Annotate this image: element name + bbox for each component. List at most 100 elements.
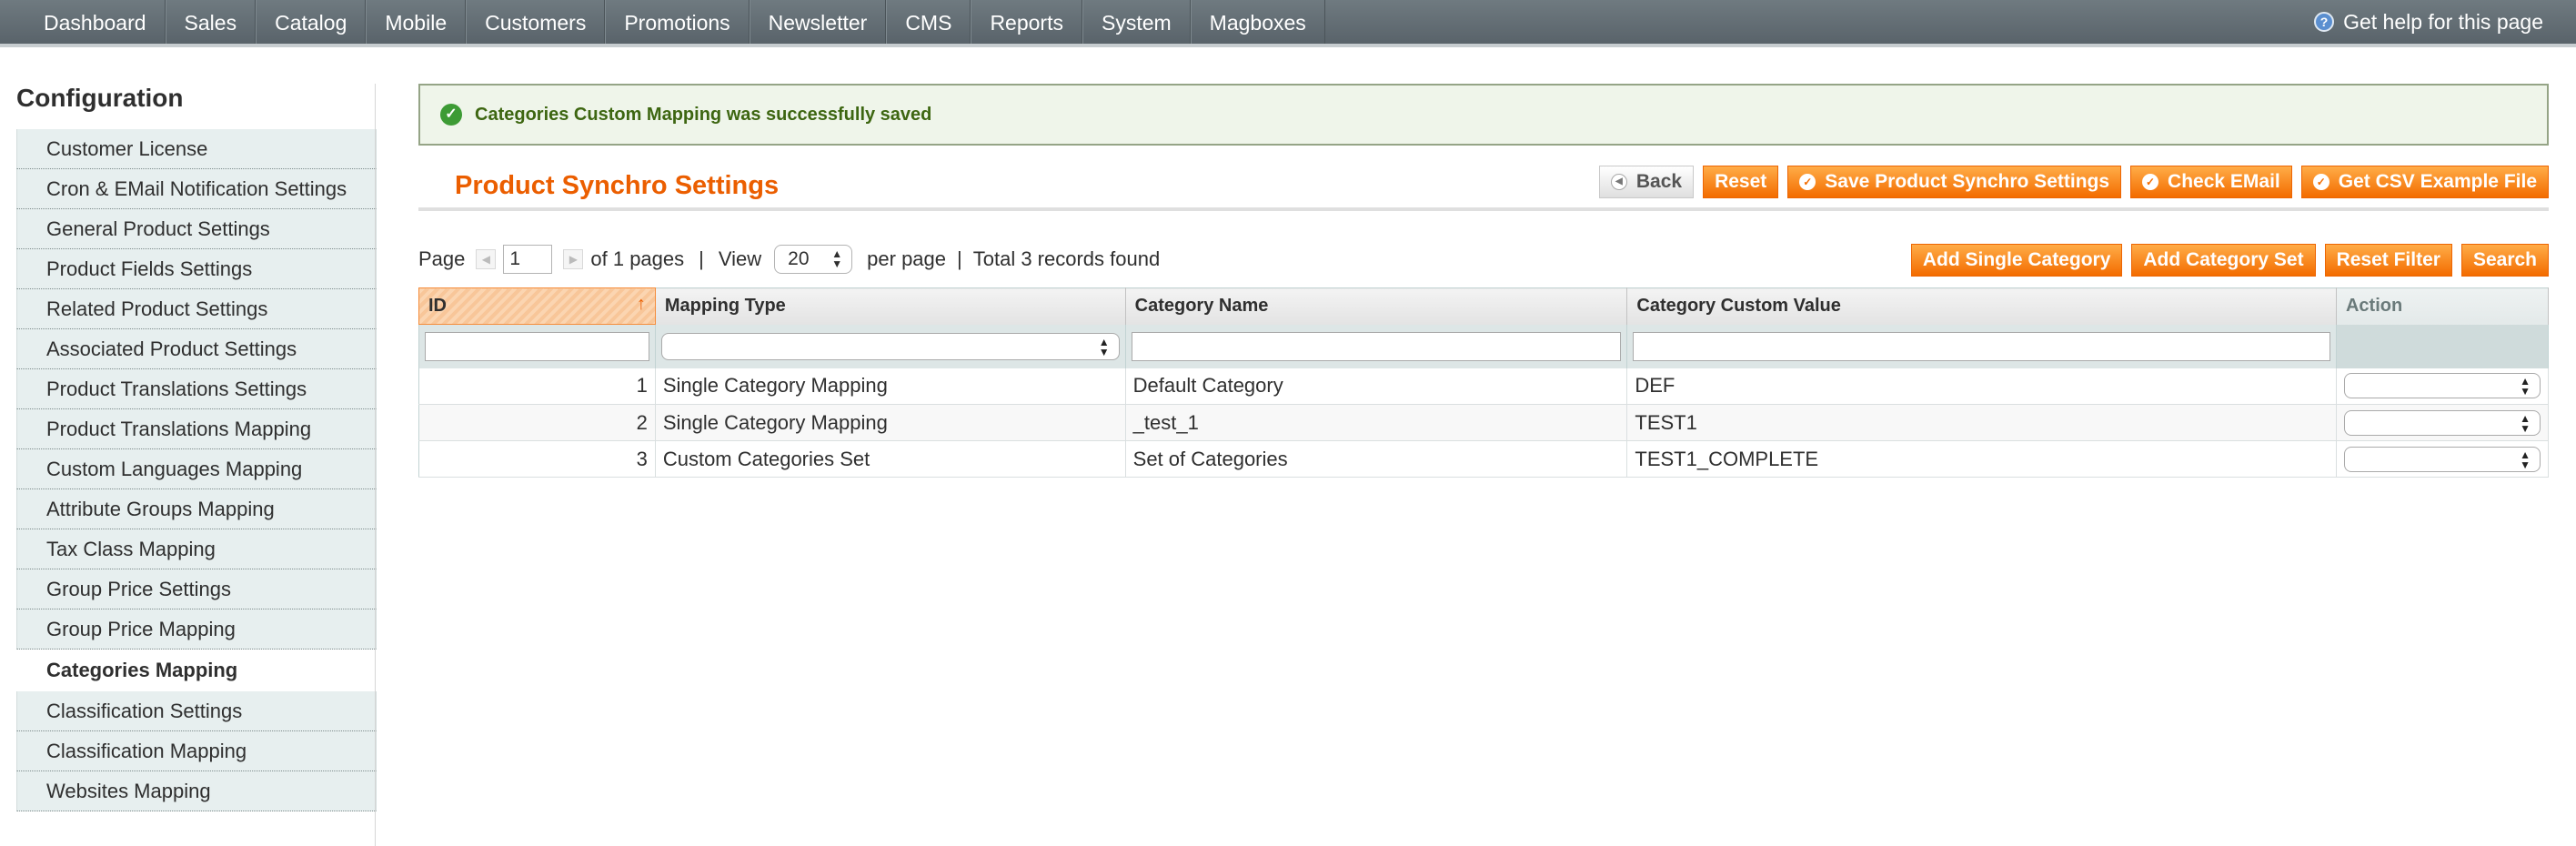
sidebar-item-customer-license[interactable]: Customer License [16, 129, 377, 169]
help-link[interactable]: ? Get help for this page [2314, 0, 2543, 44]
prev-page-icon[interactable]: ◀ [476, 249, 497, 269]
total-records-text: Total 3 records found [972, 247, 1161, 270]
select-arrows-icon: ▲ ▼ [2520, 411, 2531, 435]
sidebar-item-classification-mapping[interactable]: Classification Mapping [16, 731, 377, 771]
sidebar-item-tax-class[interactable]: Tax Class Mapping [16, 529, 377, 569]
table-row[interactable]: 1 Single Category Mapping Default Catego… [418, 368, 2550, 405]
sidebar-item-custom-languages[interactable]: Custom Languages Mapping [16, 449, 377, 489]
cell-custom-value: TEST1 [1626, 404, 2337, 441]
nav-reports[interactable]: Reports [971, 0, 1082, 44]
per-page-label: per page [867, 247, 947, 270]
config-sidebar: Configuration Customer License Cron & EM… [16, 80, 377, 811]
grid-actions: Add Single Category Add Category Set Res… [1910, 244, 2549, 277]
sidebar-item-translations-mapping[interactable]: Product Translations Mapping [16, 409, 377, 449]
cell-action: ▲ ▼ [2336, 404, 2550, 441]
pager-separator: | [957, 247, 962, 270]
nav-dashboard[interactable]: Dashboard [27, 0, 166, 44]
success-message: ✓ Categories Custom Mapping was successf… [418, 84, 2549, 146]
category-mapping-grid: ID ↑ Mapping Type Category Name Category… [418, 287, 2550, 478]
filter-action-cell [2336, 324, 2550, 368]
sidebar-item-general-product[interactable]: General Product Settings [16, 209, 377, 249]
back-button[interactable]: ◀ Back [1598, 166, 1695, 198]
csv-example-button-label: Get CSV Example File [2338, 171, 2537, 192]
nav-sales[interactable]: Sales [165, 0, 257, 44]
filter-mapping-type-select[interactable]: ▲ ▼ [660, 332, 1120, 360]
check-email-button-label: Check EMail [2168, 171, 2280, 192]
nav-cms[interactable]: CMS [886, 0, 971, 44]
reset-button[interactable]: Reset [1703, 166, 1779, 198]
back-arrow-icon: ◀ [1610, 174, 1627, 190]
sidebar-item-translations-settings[interactable]: Product Translations Settings [16, 369, 377, 409]
cell-id: 2 [418, 404, 656, 441]
page-number-input[interactable]: 1 [503, 245, 553, 274]
sidebar-item-attribute-groups[interactable]: Attribute Groups Mapping [16, 489, 377, 529]
sidebar-item-group-price-mapping[interactable]: Group Price Mapping [16, 609, 377, 650]
cell-custom-value: TEST1_COMPLETE [1626, 440, 2337, 478]
cell-id: 1 [418, 368, 656, 405]
check-circle-icon: ✓ [440, 104, 462, 126]
sidebar-title: Configuration [16, 84, 184, 112]
header-actions: ◀ Back Reset ✓ Save Product Synchro Sett… [1598, 166, 2549, 198]
add-single-category-button[interactable]: Add Single Category [1910, 244, 2123, 277]
page-label: Page [418, 247, 466, 270]
column-header-custom-value[interactable]: Category Custom Value [1626, 287, 2337, 325]
main-menu: Dashboard Sales Catalog Mobile Customers… [27, 0, 1325, 44]
sidebar-item-associated-product[interactable]: Associated Product Settings [16, 329, 377, 369]
row-action-select[interactable]: ▲ ▼ [2343, 373, 2541, 399]
search-button[interactable]: Search [2460, 244, 2549, 277]
cell-mapping-type: Custom Categories Set [655, 440, 1126, 478]
save-settings-button[interactable]: ✓ Save Product Synchro Settings [1787, 166, 2122, 198]
filter-id-input[interactable] [425, 331, 649, 361]
sidebar-item-websites-mapping[interactable]: Websites Mapping [16, 771, 377, 811]
sidebar-item-product-fields[interactable]: Product Fields Settings [16, 249, 377, 289]
sidebar-item-categories-mapping[interactable]: Categories Mapping [16, 650, 377, 691]
cell-category-name: Set of Categories [1125, 440, 1628, 478]
per-page-select[interactable]: 20 ▲ ▼ [774, 245, 853, 274]
page-header: Product Synchro Settings ◀ Back Reset ✓ … [418, 160, 2549, 211]
filter-name-cell [1125, 324, 1628, 368]
filter-id-cell [418, 324, 656, 368]
table-row[interactable]: 2 Single Category Mapping _test_1 TEST1 … [418, 404, 2550, 441]
filter-type-cell: ▲ ▼ [655, 324, 1126, 368]
check-circle-icon: ✓ [2312, 174, 2329, 190]
cell-custom-value: DEF [1626, 368, 2337, 405]
nav-promotions[interactable]: Promotions [605, 0, 750, 44]
row-action-select[interactable]: ▲ ▼ [2343, 409, 2541, 436]
filter-row: ▲ ▼ [418, 324, 2550, 368]
nav-magboxes[interactable]: Magboxes [1190, 0, 1325, 44]
nav-system[interactable]: System [1082, 0, 1191, 44]
nav-mobile[interactable]: Mobile [366, 0, 467, 44]
csv-example-button[interactable]: ✓ Get CSV Example File [2300, 166, 2549, 198]
help-link-label: Get help for this page [2343, 10, 2543, 34]
sidebar-item-group-price-settings[interactable]: Group Price Settings [16, 569, 377, 609]
column-header-category-name[interactable]: Category Name [1125, 287, 1628, 325]
reset-filter-button[interactable]: Reset Filter [2324, 244, 2452, 277]
sidebar-item-classification-settings[interactable]: Classification Settings [16, 691, 377, 731]
filter-category-name-input[interactable] [1131, 331, 1622, 361]
select-arrows-icon: ▲ ▼ [831, 247, 843, 270]
grid-pager: Page ◀ 1 ▶ of 1 pages | View 20 ▲ ▼ per p… [418, 244, 1160, 275]
nav-newsletter[interactable]: Newsletter [749, 0, 887, 44]
top-navigation: Dashboard Sales Catalog Mobile Customers… [0, 0, 2576, 47]
view-label: View [718, 247, 762, 270]
column-header-mapping-type[interactable]: Mapping Type [655, 287, 1126, 325]
help-circle-icon: ? [2314, 12, 2335, 32]
check-email-button[interactable]: ✓ Check EMail [2130, 166, 2292, 198]
check-circle-icon: ✓ [2142, 174, 2159, 190]
nav-catalog[interactable]: Catalog [256, 0, 367, 44]
table-row[interactable]: 3 Custom Categories Set Set of Categorie… [418, 440, 2550, 478]
cell-mapping-type: Single Category Mapping [655, 368, 1126, 405]
cell-id: 3 [418, 440, 656, 478]
column-header-id[interactable]: ID ↑ [418, 287, 656, 325]
back-button-label: Back [1635, 171, 1683, 192]
sidebar-item-related-product[interactable]: Related Product Settings [16, 289, 377, 329]
add-category-set-button[interactable]: Add Category Set [2131, 244, 2316, 277]
filter-custom-value-input[interactable] [1633, 331, 2330, 361]
sidebar-item-cron-email[interactable]: Cron & EMail Notification Settings [16, 169, 377, 209]
select-arrows-icon: ▲ ▼ [2520, 375, 2531, 398]
nav-customers[interactable]: Customers [466, 0, 606, 44]
next-page-icon[interactable]: ▶ [563, 249, 584, 269]
row-action-select[interactable]: ▲ ▼ [2343, 446, 2541, 472]
sort-up-arrow-icon: ↑ [636, 294, 646, 314]
select-arrows-icon: ▲ ▼ [1098, 335, 1110, 358]
